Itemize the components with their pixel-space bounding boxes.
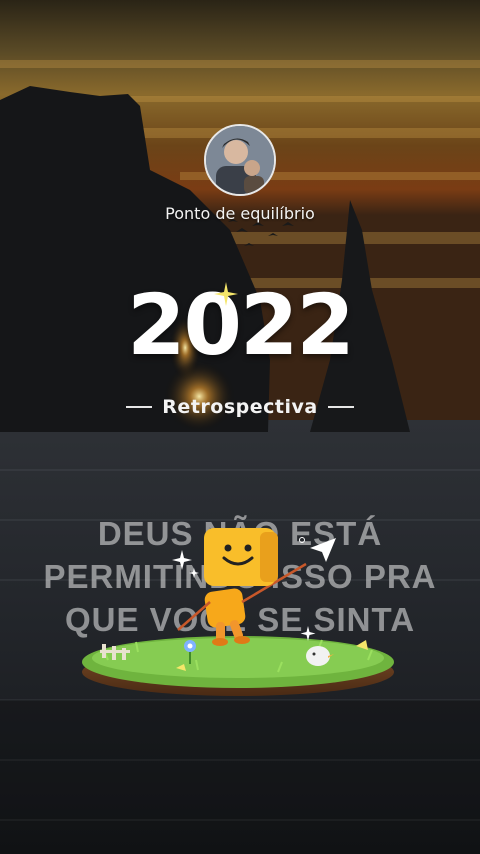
avatar-image bbox=[206, 126, 274, 194]
sparkle-icon bbox=[214, 282, 238, 306]
divider-left bbox=[126, 406, 153, 408]
retrospective-story-screen: Ponto de equilíbrio 2022 Retrospectiva D… bbox=[0, 0, 480, 854]
mascot-grass-island-illustration bbox=[82, 528, 394, 696]
year-title: 2022 bbox=[127, 276, 355, 374]
subtitle-row: Retrospectiva bbox=[0, 396, 480, 418]
profile-name: Ponto de equilíbrio bbox=[165, 204, 315, 223]
avatar[interactable] bbox=[204, 124, 276, 196]
divider-right bbox=[327, 406, 354, 408]
subtitle: Retrospectiva bbox=[162, 396, 318, 418]
profile-header: Ponto de equilíbrio bbox=[0, 124, 480, 223]
